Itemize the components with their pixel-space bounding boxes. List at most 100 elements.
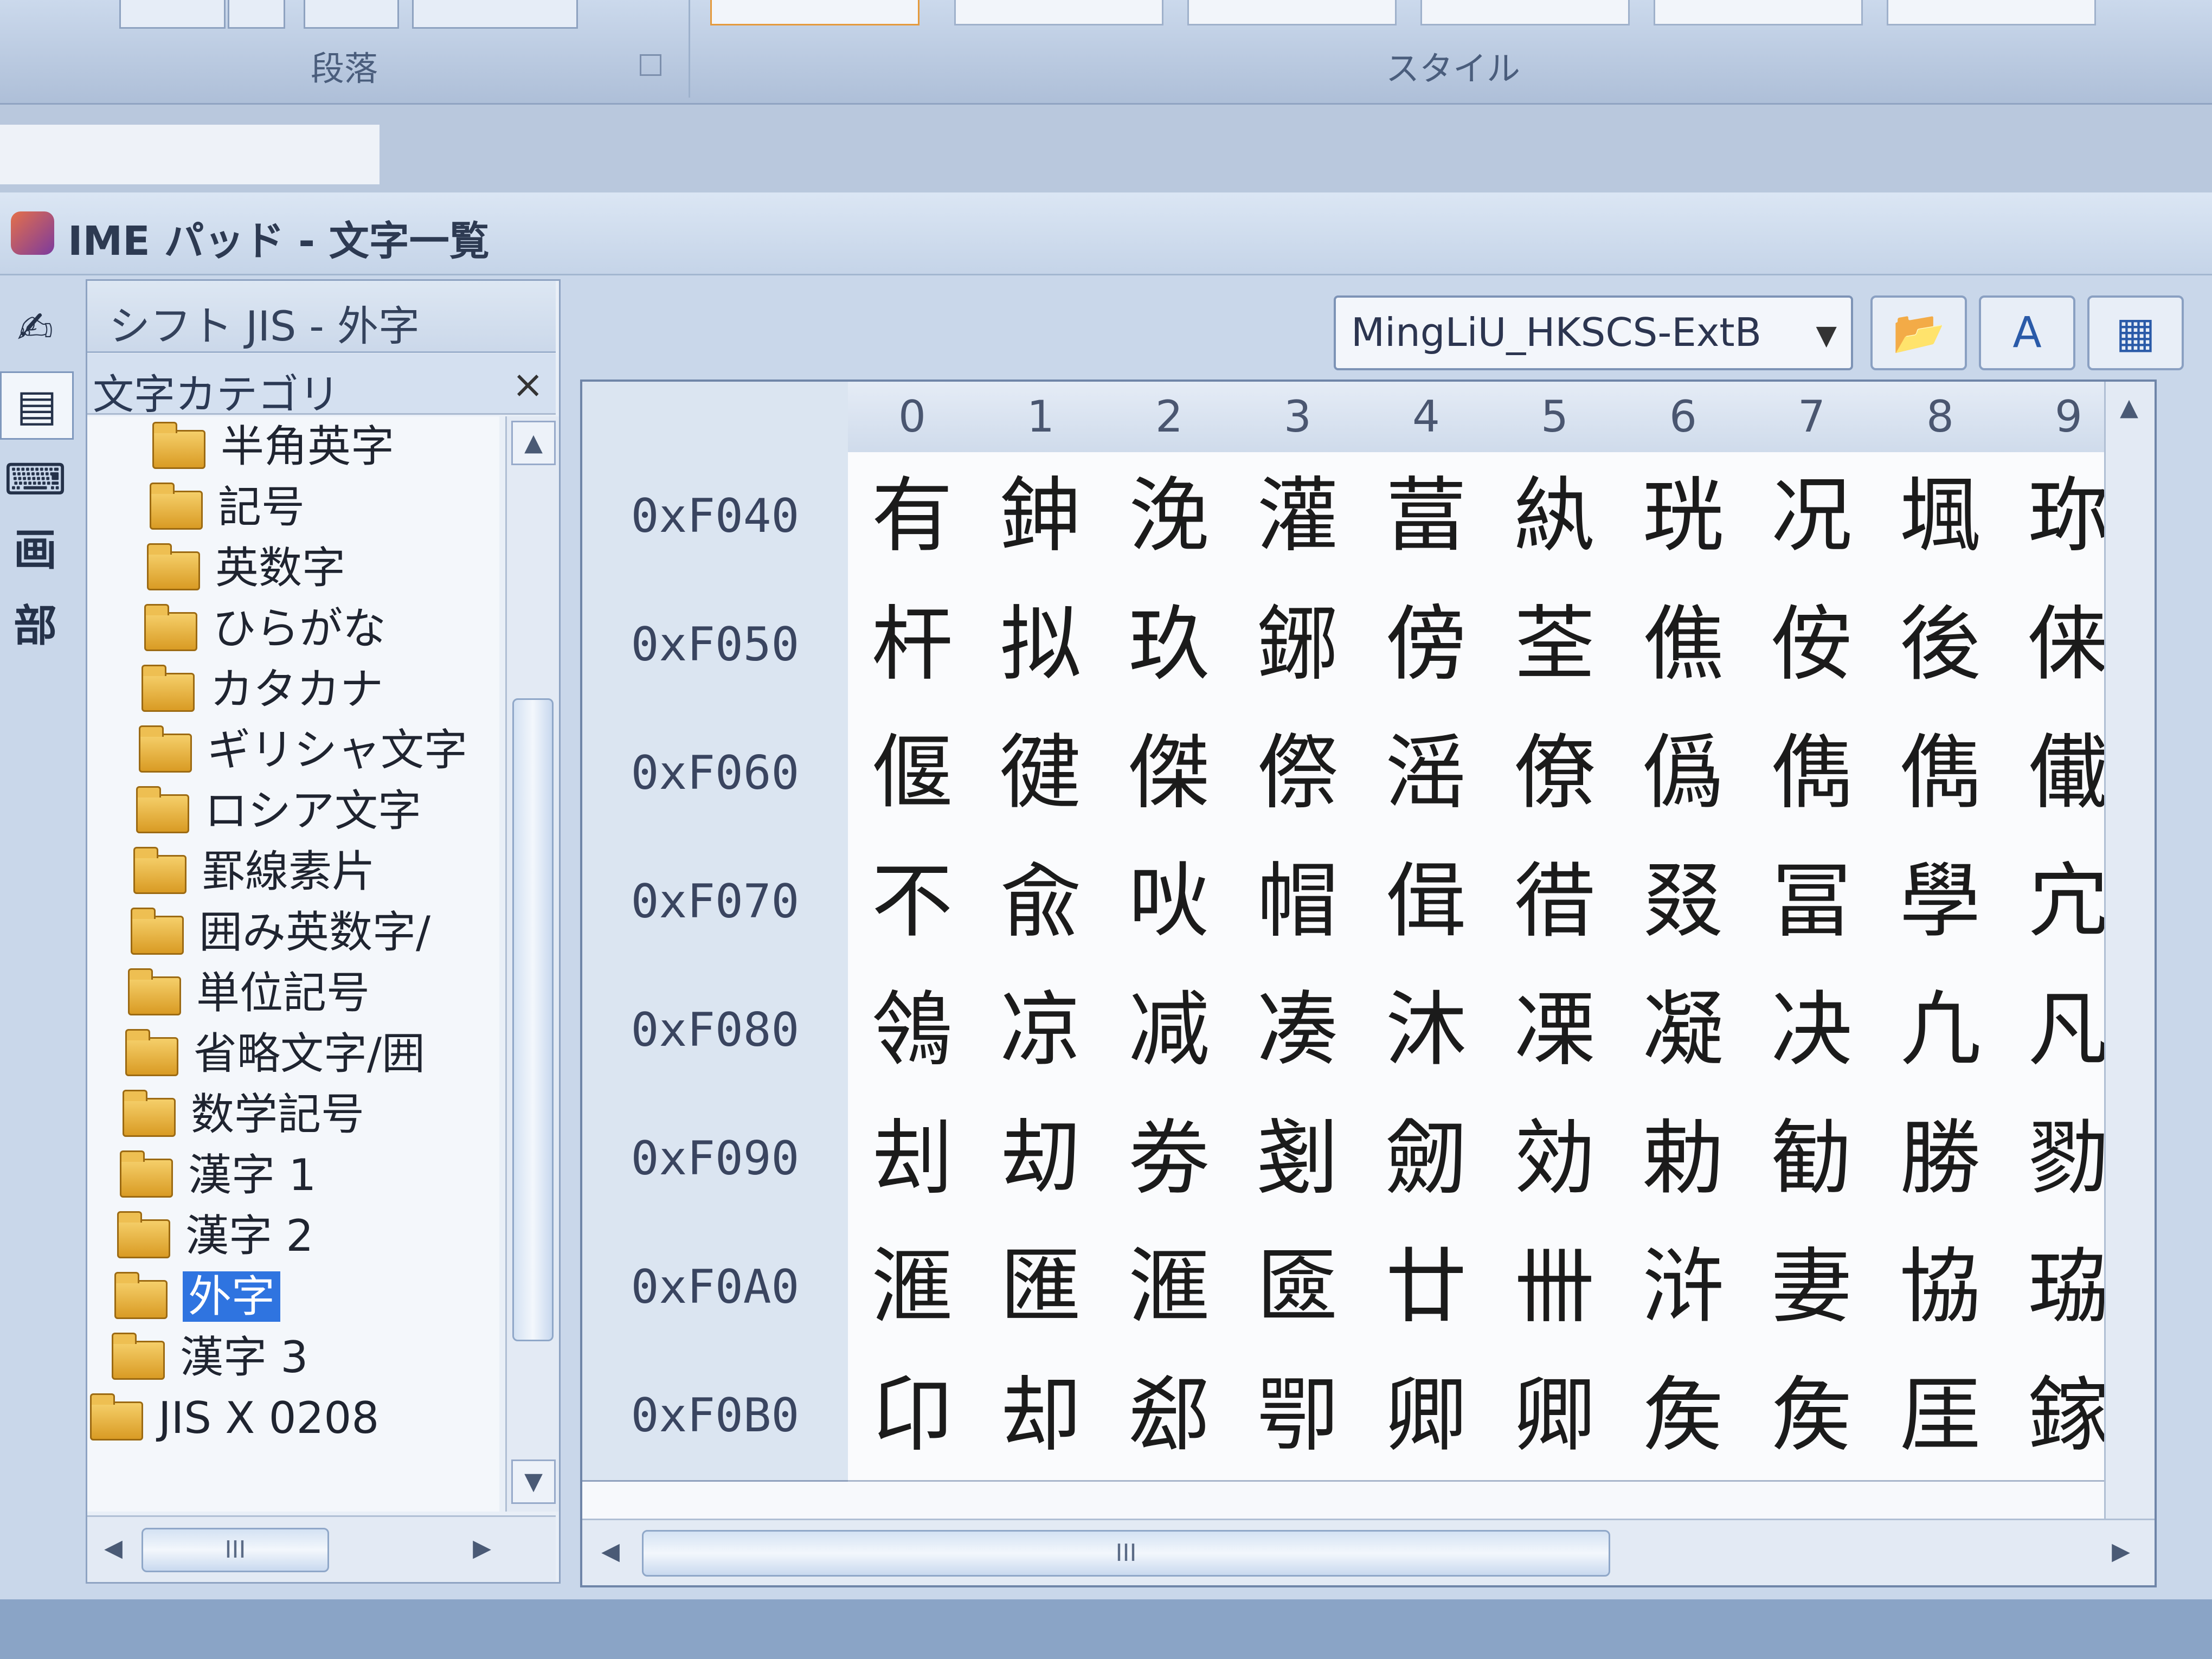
tree-item[interactable]: カタカナ — [142, 659, 383, 720]
stroke-count-tool[interactable]: 画 — [0, 518, 70, 583]
tree-item[interactable]: JIS X 0208 — [90, 1388, 379, 1449]
folder-open-button-icon[interactable]: 📂 — [1870, 295, 1967, 370]
character-cell[interactable]: 學 — [1876, 838, 2006, 968]
character-cell[interactable]: 吙 — [1105, 838, 1235, 968]
character-cell[interactable]: 偃 — [848, 709, 978, 839]
character-cell[interactable]: 勝 — [1876, 1095, 2006, 1225]
character-cell[interactable]: 卿 — [1362, 1352, 1492, 1482]
character-cell[interactable]: 卌 — [1490, 1223, 1621, 1353]
character-cell[interactable]: 効 — [1490, 1095, 1621, 1225]
style-title[interactable] — [1654, 0, 1863, 25]
category-hscroll-thumb[interactable]: III — [142, 1528, 329, 1572]
character-cell[interactable]: 拟 — [976, 581, 1107, 711]
character-cell[interactable]: 鴒 — [848, 966, 978, 1096]
character-cell[interactable]: 僚 — [1490, 709, 1621, 839]
character-cell[interactable]: 矦 — [1747, 1352, 1877, 1482]
character-cell[interactable]: 郄 — [1105, 1352, 1235, 1482]
character-cell[interactable]: 卬 — [848, 1352, 978, 1482]
character-cell[interactable]: 傍 — [1362, 581, 1492, 711]
style-no-spacing[interactable] — [954, 0, 1163, 25]
border-button[interactable] — [412, 0, 578, 29]
character-cell[interactable]: 厓 — [1876, 1352, 2006, 1482]
character-cell[interactable]: 荃 — [1490, 581, 1621, 711]
character-cell[interactable]: 况 — [1747, 452, 1877, 582]
character-cell[interactable]: 刦 — [848, 1095, 978, 1225]
character-cell[interactable]: 協 — [1876, 1223, 2006, 1353]
character-cell[interactable]: 凑 — [1233, 966, 1364, 1096]
character-cell[interactable]: 凓 — [1490, 966, 1621, 1096]
character-cell[interactable]: 紈 — [1490, 452, 1621, 582]
character-cell[interactable]: 杆 — [848, 581, 978, 711]
character-cell[interactable]: 卿 — [1490, 1352, 1621, 1482]
character-cell[interactable]: 侒 — [1747, 581, 1877, 711]
character-cell[interactable]: 葍 — [1362, 452, 1492, 582]
character-cell[interactable]: 僬 — [1619, 581, 1749, 711]
tree-item[interactable]: 囲み英数字/ — [131, 902, 430, 963]
character-cell[interactable]: 鋣 — [1233, 581, 1364, 711]
character-cell[interactable]: 匳 — [1233, 1223, 1364, 1353]
category-horizontal-scrollbar[interactable]: ◀ III ▶ — [87, 1515, 556, 1582]
scroll-down-icon[interactable]: ▼ — [511, 1459, 556, 1504]
character-cell[interactable]: 傑 — [1105, 709, 1235, 839]
character-cell[interactable]: 儁 — [1876, 709, 2006, 839]
character-cell[interactable]: 僞 — [1619, 709, 1749, 839]
scroll-right-icon[interactable]: ▶ — [2100, 1531, 2142, 1572]
view-grid-button-icon[interactable]: ▦ — [2087, 295, 2184, 370]
category-vertical-scrollbar[interactable]: ▲ ▼ — [505, 416, 559, 1512]
tree-item[interactable]: 漢字 3 — [112, 1327, 308, 1388]
handwriting-tool-icon[interactable]: ✍ — [0, 295, 70, 361]
character-cell[interactable]: 却 — [976, 1352, 1107, 1482]
character-cell[interactable]: 後 — [1876, 581, 2006, 711]
font-select[interactable]: MingLiU_HKSCS-ExtB ▼ — [1334, 295, 1853, 370]
character-cell[interactable]: 凉 — [976, 966, 1107, 1096]
tree-item[interactable]: 漢字 1 — [120, 1145, 316, 1206]
character-cell[interactable]: 滛 — [1362, 709, 1492, 839]
tree-item[interactable]: 単位記号 — [128, 963, 370, 1024]
character-cell[interactable]: 帽 — [1233, 838, 1364, 968]
spacing-button[interactable] — [304, 0, 399, 29]
character-cell[interactable]: 徣 — [1490, 838, 1621, 968]
character-cell[interactable]: 傺 — [1233, 709, 1364, 839]
grid-vertical-scrollbar[interactable]: ▲ — [2104, 382, 2155, 1520]
character-cell[interactable]: 劒 — [1362, 1095, 1492, 1225]
tree-item-selected[interactable]: 外字 — [114, 1266, 280, 1327]
character-cell[interactable]: 卾 — [1233, 1352, 1364, 1482]
character-cell[interactable]: 儁 — [1747, 709, 1877, 839]
character-cell[interactable]: 堸 — [1876, 452, 2006, 582]
tree-item[interactable]: 記号 — [150, 477, 305, 538]
character-cell[interactable]: 灌 — [1233, 452, 1364, 582]
tree-item[interactable]: 漢字 2 — [117, 1206, 313, 1266]
character-cell[interactable]: 鉮 — [976, 452, 1107, 582]
character-cell[interactable]: 勅 — [1619, 1095, 1749, 1225]
scroll-left-icon[interactable]: ◀ — [93, 1528, 134, 1569]
character-cell[interactable]: 减 — [1105, 966, 1235, 1096]
character-cell[interactable]: 偮 — [1362, 838, 1492, 968]
font-size-button-icon[interactable]: A — [1979, 295, 2075, 370]
style-heading-1[interactable] — [1187, 0, 1397, 25]
style-normal[interactable] — [710, 0, 919, 25]
tree-item[interactable]: 省略文字/囲 — [125, 1024, 425, 1084]
style-subtitle[interactable] — [1887, 0, 2096, 25]
tree-item[interactable]: ひらがな — [144, 599, 386, 659]
tree-item[interactable]: 罫線素片 — [133, 841, 375, 902]
character-list-tool-icon[interactable]: ▤ — [0, 371, 74, 440]
scroll-up-icon[interactable]: ▲ — [511, 421, 556, 465]
radical-tool[interactable]: 部 — [0, 594, 70, 659]
character-cell[interactable]: 刧 — [976, 1095, 1107, 1225]
character-cell[interactable]: 玖 — [1105, 581, 1235, 711]
grid-horizontal-scrollbar[interactable]: ◀ III ▶ — [582, 1519, 2155, 1585]
scroll-up-icon[interactable]: ▲ — [2108, 387, 2150, 428]
character-cell[interactable]: 不 — [848, 838, 978, 968]
character-cell[interactable]: 凢 — [1876, 966, 2006, 1096]
character-cell[interactable]: 决 — [1747, 966, 1877, 1096]
tree-item[interactable]: ギリシャ文字 — [139, 720, 467, 781]
paragraph-button[interactable] — [228, 0, 285, 29]
character-cell[interactable]: 冨 — [1747, 838, 1877, 968]
character-cell[interactable]: 妻 — [1747, 1223, 1877, 1353]
tree-item[interactable]: 数学記号 — [123, 1084, 364, 1145]
tree-item[interactable]: 半角英字 — [152, 416, 394, 477]
character-cell[interactable]: 剗 — [1233, 1095, 1364, 1225]
paragraph-launcher-icon[interactable] — [640, 54, 661, 76]
character-cell[interactable]: 徤 — [976, 709, 1107, 839]
tree-item[interactable]: 英数字 — [147, 538, 345, 599]
